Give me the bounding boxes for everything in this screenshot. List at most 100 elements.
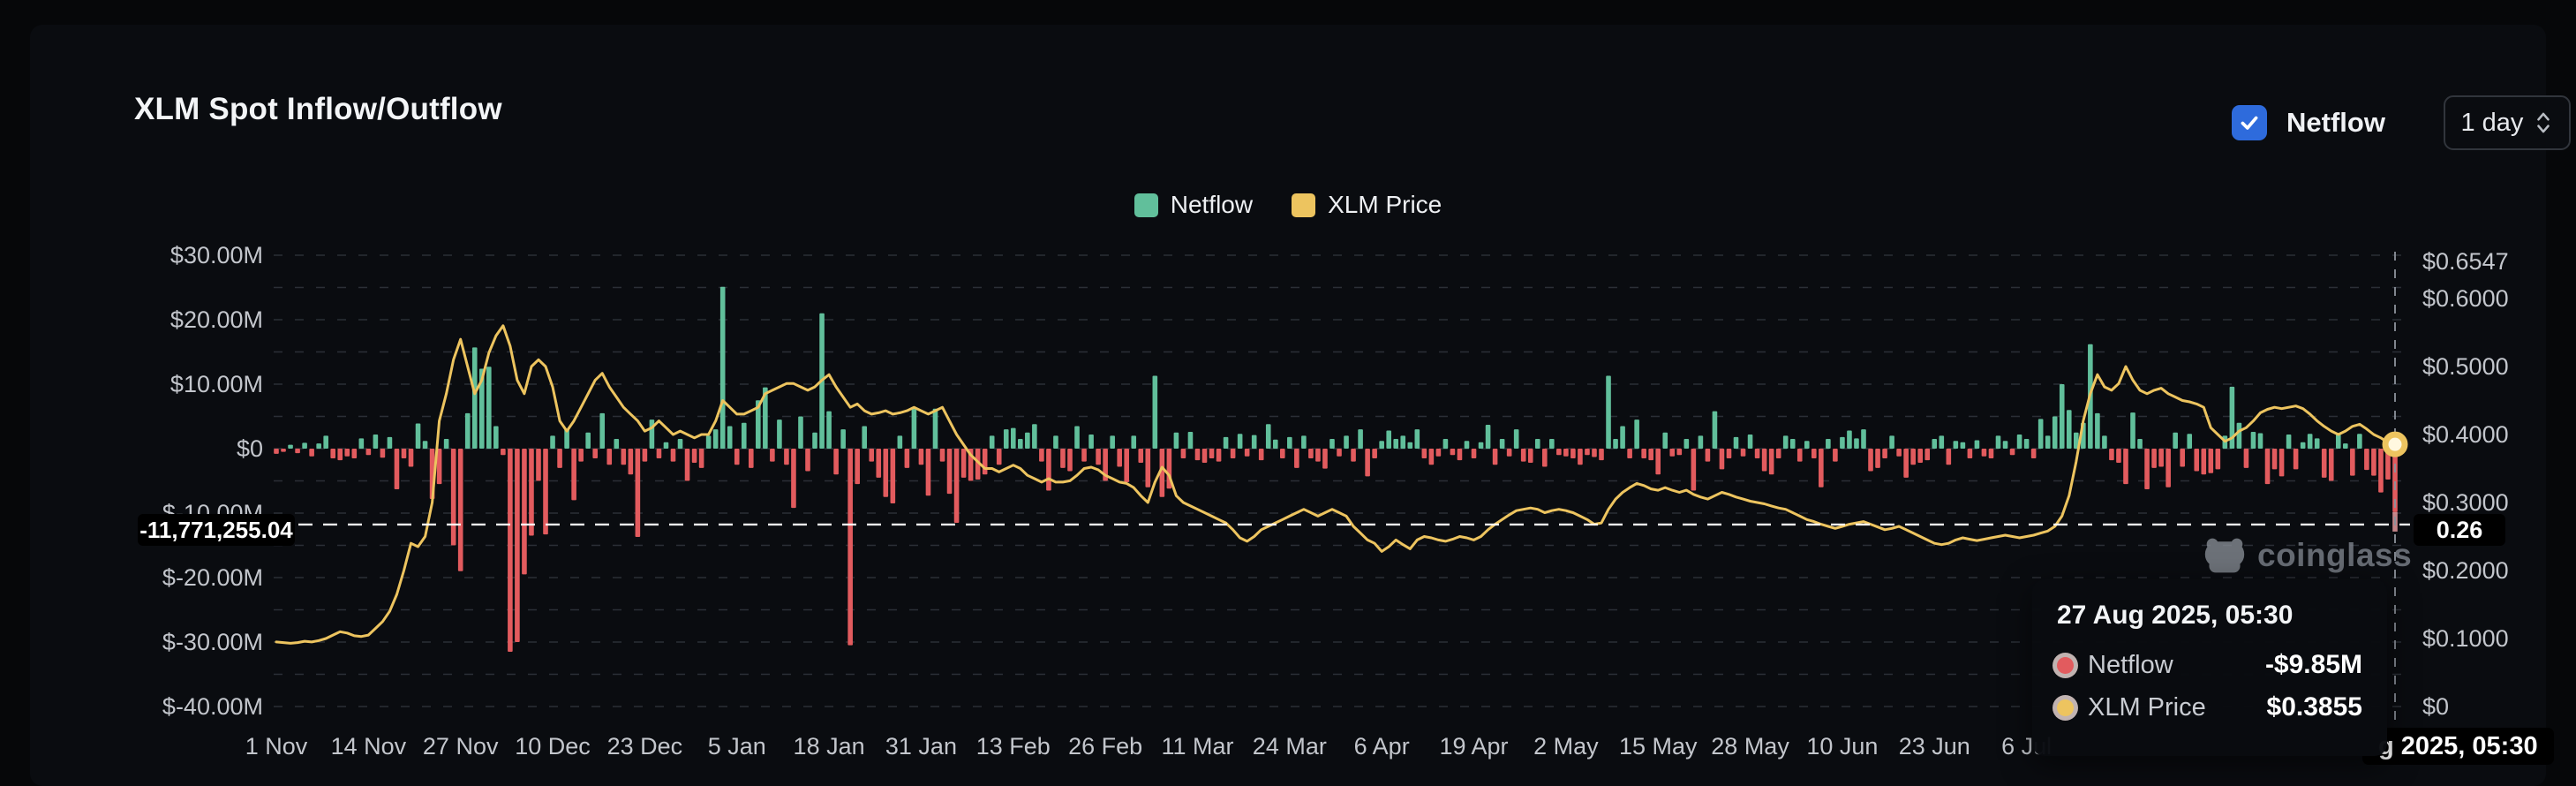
netflow-bar[interactable] <box>1443 439 1449 449</box>
netflow-bar[interactable] <box>1563 449 1569 457</box>
netflow-bar[interactable] <box>1096 449 1101 465</box>
netflow-bar[interactable] <box>281 449 286 452</box>
netflow-bar[interactable] <box>1046 449 1051 490</box>
netflow-bar[interactable] <box>366 449 372 455</box>
netflow-bar[interactable] <box>1961 442 1966 449</box>
netflow-bar[interactable] <box>1924 449 1930 460</box>
netflow-bar[interactable] <box>1932 439 1937 449</box>
netflow-bar[interactable] <box>1266 424 1271 449</box>
netflow-bar[interactable] <box>351 449 357 458</box>
netflow-bar[interactable] <box>2194 449 2199 472</box>
interval-select[interactable]: 1 day <box>2444 95 2571 150</box>
netflow-bar[interactable] <box>947 449 953 494</box>
netflow-bar[interactable] <box>664 442 669 449</box>
netflow-bar[interactable] <box>458 449 463 571</box>
netflow-bar[interactable] <box>2336 435 2341 449</box>
netflow-bar[interactable] <box>2053 417 2058 450</box>
netflow-bar[interactable] <box>1202 449 1208 463</box>
netflow-bar[interactable] <box>1379 441 1384 449</box>
netflow-bar[interactable] <box>777 419 782 449</box>
netflow-bar[interactable] <box>1174 433 1179 449</box>
netflow-bar[interactable] <box>1613 439 1618 449</box>
netflow-bar[interactable] <box>1875 449 1880 468</box>
netflow-bar[interactable] <box>1450 449 1456 455</box>
netflow-bar[interactable] <box>1138 449 1143 463</box>
netflow-bar[interactable] <box>330 449 335 458</box>
netflow-bar[interactable] <box>1684 439 1690 449</box>
netflow-bar[interactable] <box>2045 435 2051 449</box>
netflow-bar[interactable] <box>2165 449 2171 487</box>
netflow-bar[interactable] <box>791 449 796 508</box>
netflow-bar[interactable] <box>2258 433 2263 449</box>
netflow-bar[interactable] <box>2038 419 2044 449</box>
netflow-bar[interactable] <box>1465 441 1470 449</box>
netflow-bar[interactable] <box>274 449 279 454</box>
netflow-bar[interactable] <box>585 433 591 449</box>
netflow-bar[interactable] <box>1556 449 1562 455</box>
legend-item-xlm-price[interactable]: XLM Price <box>1292 191 1442 219</box>
netflow-bar[interactable] <box>1996 435 2001 449</box>
netflow-bar[interactable] <box>1457 449 1463 460</box>
netflow-bar[interactable] <box>1308 449 1314 458</box>
netflow-bar[interactable] <box>805 449 810 472</box>
netflow-bar[interactable] <box>1436 449 1442 457</box>
netflow-bar[interactable] <box>1301 435 1307 449</box>
netflow-bar[interactable] <box>1117 449 1122 466</box>
netflow-bar[interactable] <box>1585 449 1590 455</box>
netflow-bar[interactable] <box>302 442 307 449</box>
netflow-bar[interactable] <box>1018 439 1023 449</box>
netflow-bar[interactable] <box>1917 449 1923 463</box>
netflow-bar[interactable] <box>1889 435 1894 449</box>
netflow-bar[interactable] <box>1004 429 1009 449</box>
netflow-checkbox[interactable] <box>2232 105 2267 140</box>
netflow-bar[interactable] <box>727 426 733 449</box>
netflow-bar[interactable] <box>1676 449 1682 455</box>
netflow-bar[interactable] <box>742 423 747 449</box>
netflow-bar[interactable] <box>1655 449 1661 474</box>
netflow-bar[interactable] <box>2237 423 2242 449</box>
netflow-bar[interactable] <box>2315 438 2320 449</box>
netflow-bar[interactable] <box>2095 413 2100 449</box>
netflow-bar[interactable] <box>840 429 846 449</box>
netflow-bar[interactable] <box>2151 449 2157 468</box>
netflow-bar[interactable] <box>1578 449 1583 465</box>
netflow-bar[interactable] <box>373 435 379 449</box>
netflow-bar[interactable] <box>1358 429 1363 449</box>
netflow-bar[interactable] <box>1088 435 1094 449</box>
netflow-bar[interactable] <box>1762 449 1767 472</box>
netflow-bar[interactable] <box>1252 435 1257 449</box>
netflow-bar[interactable] <box>2329 449 2334 481</box>
netflow-bar[interactable] <box>1769 449 1774 474</box>
netflow-bar[interactable] <box>2010 449 2015 455</box>
netflow-bar[interactable] <box>1989 449 1994 458</box>
netflow-bar[interactable] <box>1968 449 1973 458</box>
netflow-bar[interactable] <box>1181 449 1186 458</box>
netflow-bar[interactable] <box>1322 449 1328 469</box>
netflow-bar[interactable] <box>2294 449 2299 469</box>
netflow-bar[interactable] <box>409 449 414 466</box>
netflow-bar[interactable] <box>905 449 910 468</box>
netflow-bar[interactable] <box>614 439 619 449</box>
netflow-bar[interactable] <box>451 449 456 546</box>
netflow-bar[interactable] <box>1982 449 1987 457</box>
netflow-bar[interactable] <box>1153 376 1158 449</box>
netflow-bar[interactable] <box>2357 434 2362 449</box>
netflow-bar[interactable] <box>1011 428 1016 449</box>
netflow-bar[interactable] <box>2180 449 2185 466</box>
netflow-bar[interactable] <box>1131 435 1136 449</box>
netflow-bar[interactable] <box>444 439 449 449</box>
netflow-bar[interactable] <box>2031 449 2037 458</box>
netflow-bar[interactable] <box>1039 449 1044 462</box>
netflow-bar[interactable] <box>1975 441 1980 449</box>
netflow-bar[interactable] <box>643 449 648 462</box>
netflow-bar[interactable] <box>983 449 988 474</box>
netflow-bar[interactable] <box>685 449 690 481</box>
legend-item-netflow[interactable]: Netflow <box>1134 191 1253 219</box>
netflow-bar[interactable] <box>2130 412 2135 449</box>
netflow-bar[interactable] <box>2343 443 2348 449</box>
netflow-bar[interactable] <box>1231 449 1236 458</box>
netflow-bar[interactable] <box>423 441 428 449</box>
netflow-bar[interactable] <box>2265 449 2271 484</box>
netflow-bar[interactable] <box>1847 431 1852 449</box>
netflow-bar[interactable] <box>720 287 726 449</box>
